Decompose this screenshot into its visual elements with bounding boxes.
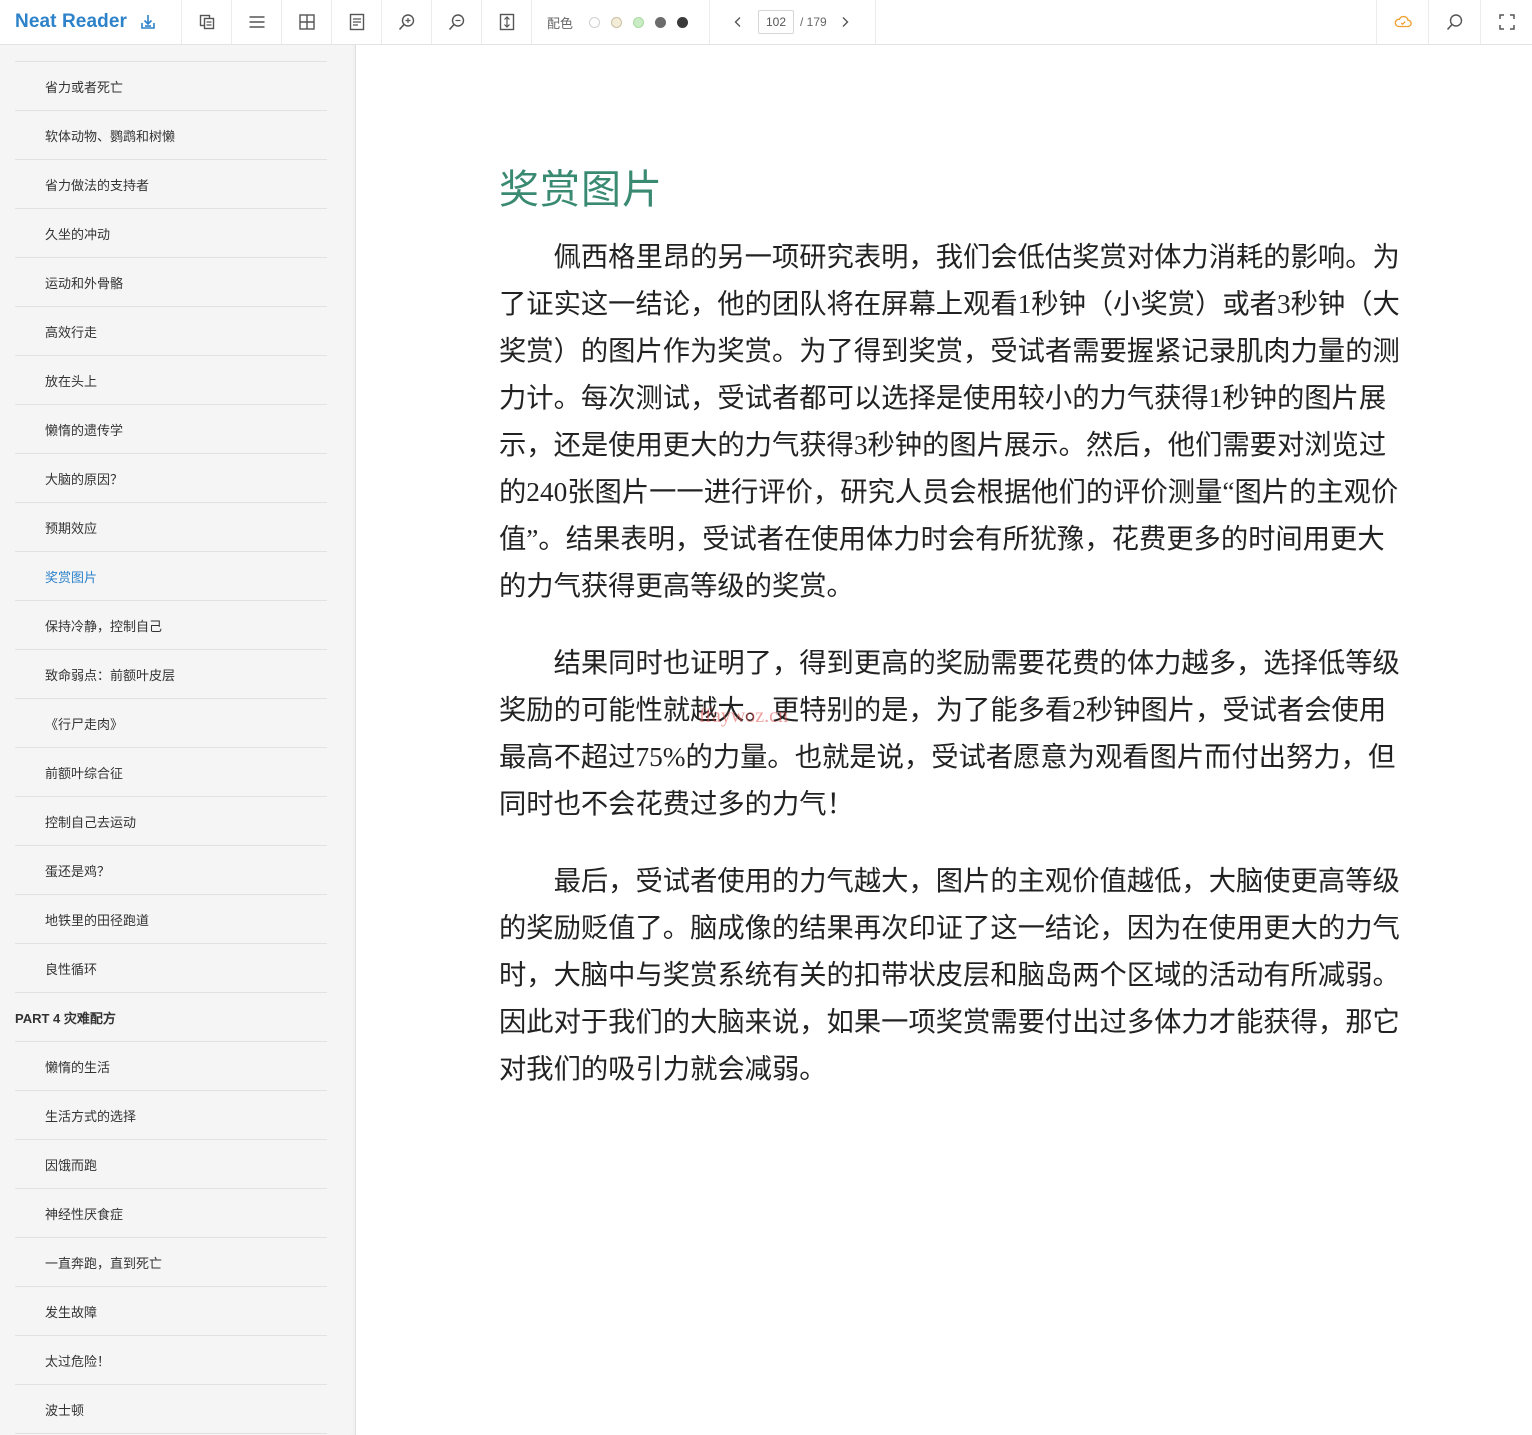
- toc-item[interactable]: 因饿而跑: [15, 1140, 327, 1189]
- toc-item[interactable]: 前额叶综合征: [15, 748, 327, 797]
- brand: Neat Reader: [0, 0, 182, 44]
- grid-icon: [298, 14, 315, 30]
- toc-item[interactable]: 放在头上: [15, 356, 327, 405]
- chevron-right-icon: [842, 17, 849, 27]
- toc-item[interactable]: 懒惰的生活: [15, 1042, 327, 1091]
- toc-item[interactable]: 《行尸走肉》: [15, 699, 327, 748]
- toc-item[interactable]: PART 4 灾难配方: [15, 993, 327, 1042]
- toc-item[interactable]: 生活方式的选择: [15, 1091, 327, 1140]
- import-icon[interactable]: [139, 13, 157, 31]
- toc-item[interactable]: 地铁里的田径跑道: [15, 895, 327, 944]
- toc-item[interactable]: 保持冷静，控制自己: [15, 601, 327, 650]
- page-navigator: / 179: [710, 0, 876, 44]
- toc-item[interactable]: 省力做法的支持者: [15, 160, 327, 209]
- color-scheme-group: 配色: [532, 0, 711, 44]
- chapter-body: 佩西格里昂的另一项研究表明，我们会低估奖赏对体力消耗的影响。为了证实这一结论，他…: [499, 234, 1411, 1123]
- chevron-left-icon: [734, 17, 741, 27]
- swatch-green[interactable]: [632, 16, 644, 28]
- cloud-icon: [1394, 15, 1412, 28]
- toc-item[interactable]: 蛋还是鸡？: [15, 846, 327, 895]
- toc-item[interactable]: 良性循环: [15, 944, 327, 993]
- paragraph: 最后，受试者使用的力气越大，图片的主观价值越低，大脑使更高等级的奖励贬值了。脑成…: [499, 866, 1400, 1084]
- notes-button[interactable]: [332, 0, 382, 44]
- fullscreen-icon: [1498, 14, 1515, 30]
- paragraph: 结果同时也证明了，得到更高的奖励需要花费的体力越多，选择低等级奖励的可能性就越大…: [499, 648, 1400, 819]
- color-scheme-label: 配色: [547, 15, 574, 31]
- zoom-out-icon: [448, 14, 464, 31]
- swatch-dark[interactable]: [676, 16, 688, 28]
- app-name: Neat Reader: [15, 11, 127, 32]
- toc-item[interactable]: 神经性厌食症: [15, 1189, 327, 1238]
- toc-item[interactable]: 太过危险！: [15, 1336, 327, 1385]
- toc-item[interactable]: 软体动物、鹦鹉和树懒: [15, 111, 327, 160]
- toc-item[interactable]: 波士顿: [15, 1385, 327, 1434]
- zoom-out-button[interactable]: [432, 0, 482, 44]
- prev-page-button[interactable]: [726, 10, 750, 34]
- zoom-in-icon: [398, 14, 414, 31]
- copy-icon: [199, 14, 214, 30]
- swatch-white[interactable]: [588, 16, 600, 28]
- toolbar-right: [1376, 0, 1532, 44]
- swatch-sepia[interactable]: [610, 16, 622, 28]
- zoom-in-button[interactable]: [382, 0, 432, 44]
- toc-item[interactable]: 发生故障: [15, 1287, 327, 1336]
- page-number-input[interactable]: [758, 10, 795, 34]
- menu-icon: [249, 16, 264, 28]
- toc-button[interactable]: [232, 0, 282, 44]
- toc-item[interactable]: 大脑的原因？: [15, 454, 327, 503]
- toc-item[interactable]: 省力或者死亡: [15, 62, 327, 111]
- toc-sidebar: 省力或者死亡 软体动物、鹦鹉和树懒 省力做法的支持者 久坐的冲动 运动和外骨骼 高效行走放…: [0, 45, 356, 1435]
- paragraph: 佩西格里昂的另一项研究表明，我们会低估奖赏对体力消耗的影响。为了证实这一结论，他…: [499, 242, 1400, 601]
- copy-button[interactable]: [182, 0, 232, 44]
- toc-item[interactable]: 控制自己去运动: [15, 797, 327, 846]
- chapter-title: 奖赏图片: [499, 167, 663, 213]
- search-button[interactable]: [1428, 0, 1480, 44]
- cloud-sync-button[interactable]: [1376, 0, 1428, 44]
- fullscreen-button[interactable]: [1480, 0, 1532, 44]
- toc-item[interactable]: 预期效应: [15, 503, 327, 552]
- toc-list: 省力或者死亡 软体动物、鹦鹉和树懒 省力做法的支持者 久坐的冲动 运动和外骨骼 高效行走放…: [15, 61, 327, 1434]
- toc-item[interactable]: 久坐的冲动: [15, 209, 327, 258]
- notes-icon: [349, 13, 364, 31]
- toc-item[interactable]: 致命弱点：前额叶皮层: [15, 650, 327, 699]
- swatch-gray[interactable]: [654, 16, 666, 28]
- grid-button[interactable]: [282, 0, 332, 44]
- toc-item[interactable]: 运动和外骨骼: [15, 258, 327, 307]
- search-icon: [1446, 14, 1462, 31]
- toc-item[interactable]: 奖赏图片: [15, 552, 327, 601]
- next-page-button[interactable]: [833, 10, 857, 34]
- toc-item[interactable]: 高效行走: [15, 307, 327, 356]
- reading-pane: 奖赏图片 佩西格里昂的另一项研究表明，我们会低估奖赏对体力消耗的影响。为了证实这…: [357, 45, 1532, 1435]
- page-total: / 179: [800, 15, 827, 29]
- toolbar: Neat Reader 配色 / 179: [0, 0, 1532, 45]
- toc-item[interactable]: 懒惰的遗传学: [15, 405, 327, 454]
- fit-height-icon: [499, 13, 514, 31]
- toc-item[interactable]: 一直奔跑，直到死亡: [15, 1238, 327, 1287]
- fit-height-button[interactable]: [482, 0, 532, 44]
